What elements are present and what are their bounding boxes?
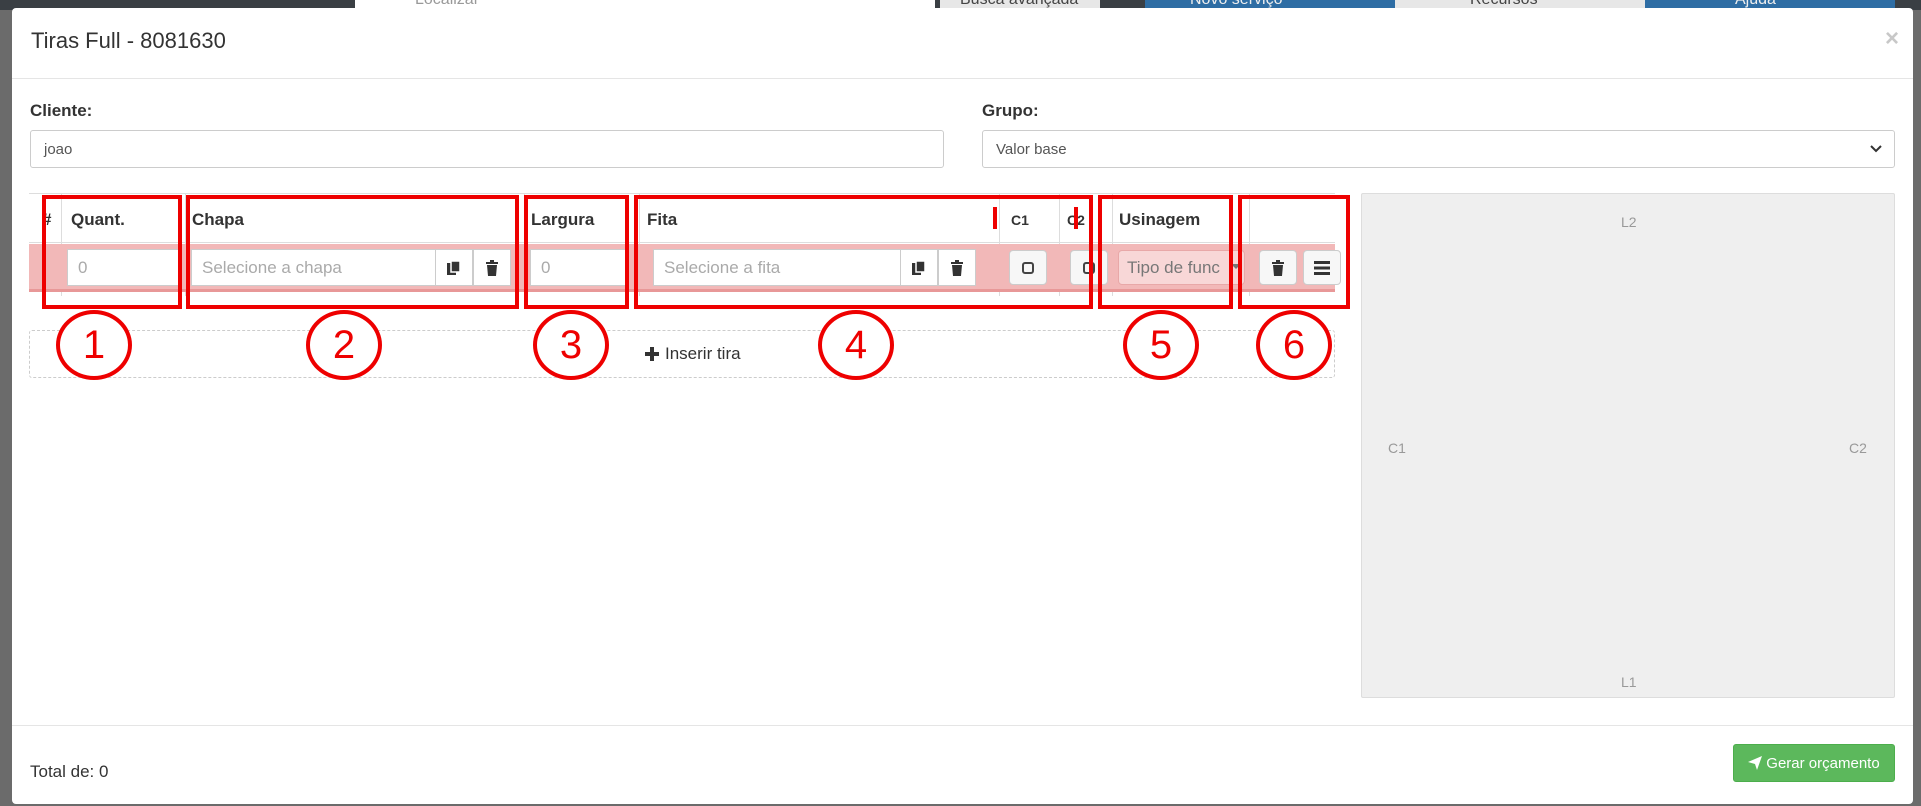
annotation-box-6 [1238,195,1350,309]
annotation-box-3 [524,195,629,309]
grupo-select[interactable]: Valor base [982,130,1895,168]
annotation-mark [993,207,997,229]
cliente-input[interactable]: joao [30,130,944,168]
total-text: Total de: 0 [30,762,109,781]
annotation-circle-1: 1 [56,310,132,380]
annotation-box-1 [42,195,182,309]
insert-tira-label: Inserir tira [665,344,741,363]
annotation-circle-5: 5 [1123,310,1199,380]
close-button[interactable]: × [1885,25,1899,53]
chevron-down-icon [1870,145,1882,153]
preview-label-c1: C1 [1388,440,1406,456]
annotation-circle-4: 4 [818,310,894,380]
preview-label-l2: L2 [1621,214,1637,230]
cliente-label: Cliente: [30,101,93,120]
paper-plane-icon [1748,756,1763,770]
annotation-box-4 [634,195,1093,309]
plus-icon [645,347,659,361]
modal-footer: Total de: 0 Gerar orçamento [12,725,1913,804]
annotation-circle-6: 6 [1256,310,1332,380]
tiras-modal: Tiras Full - 8081630 × Cliente: joao Gru… [12,8,1913,804]
annotation-circle-2: 2 [306,310,382,380]
modal-header: Tiras Full - 8081630 × [12,8,1913,79]
gerar-orcamento-button[interactable]: Gerar orçamento [1733,744,1895,782]
modal-title: Tiras Full - 8081630 [31,28,226,53]
annotation-circle-3: 3 [533,310,609,380]
strip-preview-panel: L2 L1 C1 C2 [1361,193,1895,698]
insert-tira-button[interactable]: Inserir tira [645,344,741,364]
preview-label-c2: C2 [1849,440,1867,456]
annotation-box-5 [1098,195,1233,309]
annotation-mark [1074,207,1078,229]
grupo-label: Grupo: [982,101,1039,120]
preview-label-l1: L1 [1621,674,1637,690]
annotation-box-2 [186,195,519,309]
gerar-orcamento-label: Gerar orçamento [1766,754,1880,772]
grupo-selected-value: Valor base [996,141,1067,158]
